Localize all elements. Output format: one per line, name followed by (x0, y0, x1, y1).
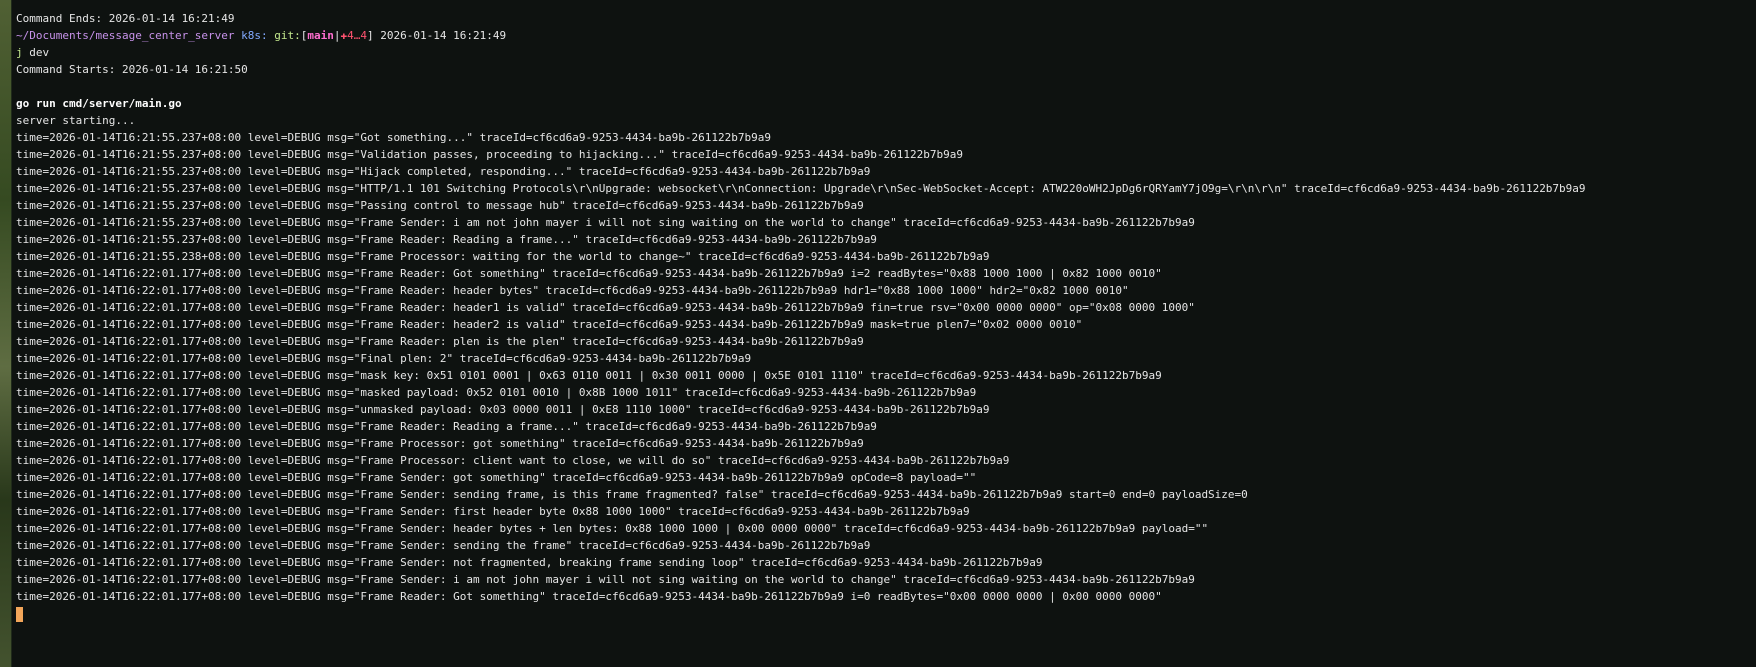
log-line: time=2026-01-14T16:22:01.177+08:00 level… (16, 573, 1195, 586)
log-line: time=2026-01-14T16:21:55.237+08:00 level… (16, 199, 864, 212)
log-line: time=2026-01-14T16:22:01.177+08:00 level… (16, 403, 990, 416)
log-line: time=2026-01-14T16:22:01.177+08:00 level… (16, 590, 1162, 603)
prompt-line: ~/Documents/message_center_server k8s: g… (16, 27, 1746, 44)
terminal-output[interactable]: Command Ends: 2026-01-14 16:21:49 ~/Docu… (16, 10, 1746, 667)
prompt-time: 2026-01-14 16:21:49 (380, 29, 507, 42)
command-j: j (16, 46, 23, 59)
log-line: time=2026-01-14T16:22:01.177+08:00 level… (16, 437, 864, 450)
log-line: time=2026-01-14T16:21:55.237+08:00 level… (16, 131, 771, 144)
terminal-cursor[interactable] (16, 607, 23, 622)
log-line: time=2026-01-14T16:22:01.177+08:00 level… (16, 386, 977, 399)
server-starting-line: server starting... (16, 114, 136, 127)
log-line: time=2026-01-14T16:21:55.237+08:00 level… (16, 233, 877, 246)
cursor-line (16, 605, 1746, 622)
log-line: time=2026-01-14T16:22:01.177+08:00 level… (16, 539, 871, 552)
prompt-path: ~/Documents/message_center_server (16, 29, 235, 42)
log-line: time=2026-01-14T16:22:01.177+08:00 level… (16, 556, 1043, 569)
log-line: time=2026-01-14T16:21:55.237+08:00 level… (16, 165, 871, 178)
window-border (11, 0, 12, 667)
log-line: time=2026-01-14T16:22:01.177+08:00 level… (16, 454, 1010, 467)
log-line: time=2026-01-14T16:22:01.177+08:00 level… (16, 301, 1195, 314)
command-args: dev (22, 46, 50, 59)
log-line: time=2026-01-14T16:22:01.177+08:00 level… (16, 284, 1129, 297)
log-line: time=2026-01-14T16:22:01.177+08:00 level… (16, 488, 1248, 501)
prompt-branch: main (307, 29, 334, 42)
log-line: time=2026-01-14T16:22:01.177+08:00 level… (16, 352, 752, 365)
desktop-background-strip (0, 0, 11, 667)
command-ends-line: Command Ends: 2026-01-14 16:21:49 (16, 12, 235, 25)
command-starts-line: Command Starts: 2026-01-14 16:21:50 (16, 63, 248, 76)
prompt-k8s: k8s: (241, 29, 268, 42)
log-line: time=2026-01-14T16:21:55.237+08:00 level… (16, 216, 1195, 229)
log-line: time=2026-01-14T16:21:55.237+08:00 level… (16, 148, 964, 161)
log-line: time=2026-01-14T16:22:01.177+08:00 level… (16, 369, 1162, 382)
prompt-git: git: (274, 29, 301, 42)
log-line: time=2026-01-14T16:22:01.177+08:00 level… (16, 318, 1083, 331)
log-line: time=2026-01-14T16:22:01.177+08:00 level… (16, 420, 877, 433)
command-line: j dev (16, 44, 1746, 61)
log-line: time=2026-01-14T16:22:01.177+08:00 level… (16, 471, 977, 484)
log-lines: time=2026-01-14T16:21:55.237+08:00 level… (16, 129, 1746, 605)
prompt-dirty-status: ✚4…4 (340, 29, 368, 42)
log-line: time=2026-01-14T16:22:01.177+08:00 level… (16, 522, 1209, 535)
log-line: time=2026-01-14T16:21:55.237+08:00 level… (16, 182, 1586, 195)
prompt-bracket-close: ] (367, 29, 374, 42)
log-line: time=2026-01-14T16:21:55.238+08:00 level… (16, 250, 990, 263)
log-line: time=2026-01-14T16:22:01.177+08:00 level… (16, 505, 970, 518)
prompt-separator: | (333, 29, 341, 42)
go-run-command: go run cmd/server/main.go (16, 97, 182, 110)
log-line: time=2026-01-14T16:22:01.177+08:00 level… (16, 335, 864, 348)
log-line: time=2026-01-14T16:22:01.177+08:00 level… (16, 267, 1162, 280)
